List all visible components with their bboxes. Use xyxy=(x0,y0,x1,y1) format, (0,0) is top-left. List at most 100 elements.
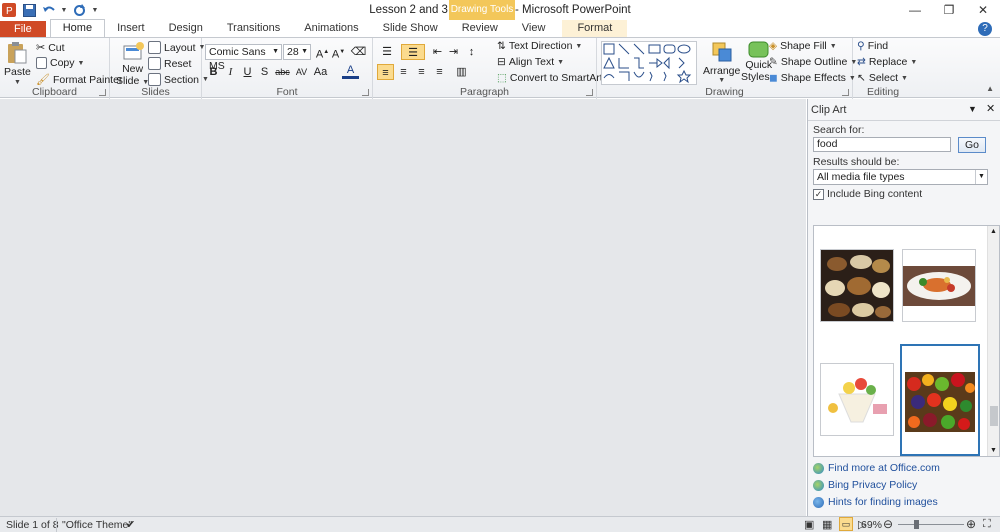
shape-fill-button[interactable]: ◈ Shape Fill ▼ xyxy=(769,40,837,52)
close-icon[interactable]: ✕ xyxy=(966,0,1000,20)
clip-result-fruits-vegetables[interactable] xyxy=(900,344,980,456)
editing-label: Editing xyxy=(866,86,900,98)
paste-button[interactable]: Paste ▼ xyxy=(4,41,31,86)
link-hints-finding-images[interactable]: Hints for finding images xyxy=(813,496,938,508)
clip-result-dessert[interactable] xyxy=(820,363,894,436)
search-input[interactable]: food xyxy=(813,137,951,152)
arrange-button[interactable]: Arrange ▼ xyxy=(703,41,740,84)
go-button[interactable]: Go xyxy=(958,137,986,153)
zoom-in-icon[interactable]: ⊕ xyxy=(966,517,976,531)
character-spacing-icon[interactable]: AV xyxy=(293,64,310,80)
tab-design[interactable]: Design xyxy=(157,20,215,38)
tab-transitions[interactable]: Transitions xyxy=(215,20,292,38)
text-direction-button[interactable]: ⇅ Text Direction ▼ xyxy=(497,40,582,52)
pane-close-icon[interactable]: ✕ xyxy=(986,102,995,115)
shapes-gallery[interactable] xyxy=(601,41,697,85)
new-slide-button[interactable]: New Slide ▼ xyxy=(116,41,149,87)
link-find-more-office[interactable]: Find more at Office.com xyxy=(813,462,940,474)
clipboard-group: Paste ▼ ✂ Cut Copy ▼ 🖌 Format Painter Clipb… xyxy=(0,38,122,99)
underline-icon[interactable]: U xyxy=(239,64,256,80)
align-right-icon[interactable]: ≡ xyxy=(413,64,430,80)
tab-slide-show[interactable]: Slide Show xyxy=(371,20,450,38)
select-icon: ↖ xyxy=(857,72,866,84)
zoom-slider-thumb[interactable] xyxy=(914,520,919,529)
find-button[interactable]: ⚲ Find xyxy=(857,40,888,52)
slide-sorter-icon[interactable]: ▦ xyxy=(822,518,832,531)
font-launcher-icon[interactable] xyxy=(362,89,369,96)
increase-indent-icon[interactable]: ⇥ xyxy=(445,44,462,60)
tab-review[interactable]: Review xyxy=(450,20,510,38)
font-family-select[interactable]: Comic Sans MS ▼ xyxy=(205,44,282,72)
strikethrough-icon[interactable]: abc xyxy=(274,64,291,80)
clip-result-dumplings[interactable] xyxy=(820,249,894,322)
collapse-ribbon-icon[interactable]: ▲ xyxy=(986,84,994,93)
grow-font-icon[interactable]: A▲ xyxy=(314,44,331,61)
spell-check-icon[interactable]: ✔ xyxy=(126,518,135,531)
change-case-icon[interactable]: Aa xyxy=(312,64,329,80)
replace-button[interactable]: ⇄ Replace ▼ xyxy=(857,56,917,68)
section-button[interactable]: Section ▼ xyxy=(148,73,209,86)
scrollbar-thumb[interactable] xyxy=(990,406,998,426)
reading-view-icon[interactable]: ▭ xyxy=(839,517,853,531)
shrink-font-icon[interactable]: A▼ xyxy=(330,44,347,61)
select-button[interactable]: ↖ Select ▼ xyxy=(857,72,908,84)
paragraph-launcher-icon[interactable] xyxy=(586,89,593,96)
copy-dropdown-icon: ▼ xyxy=(77,59,85,67)
drawing-tools-header: Drawing Tools xyxy=(449,0,515,20)
drawing-launcher-icon[interactable] xyxy=(842,89,849,96)
convert-smartart-button[interactable]: ⬚Convert to SmartArt▼ xyxy=(497,72,613,84)
clear-formatting-icon[interactable]: ⌫ xyxy=(350,44,367,60)
scroll-down-icon[interactable]: ▼ xyxy=(990,447,997,454)
shadow-icon[interactable]: S xyxy=(256,64,273,80)
tab-format[interactable]: Format xyxy=(562,20,628,38)
minimize-icon[interactable]: — xyxy=(898,0,932,20)
layout-button[interactable]: Layout ▼ xyxy=(148,41,205,54)
columns-icon[interactable]: ▥ xyxy=(453,64,470,80)
tab-file[interactable]: File xyxy=(0,21,46,38)
theme-name[interactable]: "Office Theme" xyxy=(62,519,132,531)
font-color-icon[interactable]: A xyxy=(342,64,359,79)
font-size-select[interactable]: 28 ▼ xyxy=(283,44,311,60)
tab-home[interactable]: Home xyxy=(49,19,106,38)
align-text-button[interactable]: ⊟ Align Text ▼ xyxy=(497,56,564,68)
line-spacing-icon[interactable]: ↕ xyxy=(463,44,480,60)
slide-editing-area[interactable] xyxy=(0,99,806,516)
shape-effects-button[interactable]: ◼ Shape Effects ▼ xyxy=(769,72,856,84)
shapes-icon xyxy=(603,43,692,84)
tab-view[interactable]: View xyxy=(510,20,558,38)
results-scrollbar[interactable]: ▲ ▼ xyxy=(987,226,999,456)
normal-view-icon[interactable]: ▣ xyxy=(804,518,814,531)
scroll-up-icon[interactable]: ▲ xyxy=(990,228,997,235)
tab-animations[interactable]: Animations xyxy=(292,20,370,38)
tab-insert[interactable]: Insert xyxy=(105,20,157,38)
restore-icon[interactable]: ❐ xyxy=(932,0,966,20)
include-bing-checkbox[interactable]: ✓ Include Bing content xyxy=(813,188,922,200)
numbering-icon[interactable]: ☰ xyxy=(401,44,425,60)
cut-button[interactable]: ✂ Cut xyxy=(36,41,65,55)
clip-result-plate[interactable] xyxy=(902,249,976,322)
copy-button[interactable]: Copy ▼ xyxy=(36,57,84,69)
zoom-slider[interactable] xyxy=(898,524,964,525)
bullets-icon[interactable]: ☰ xyxy=(377,44,397,60)
help-icon[interactable]: ? xyxy=(978,22,992,36)
paste-label: Paste xyxy=(4,66,31,78)
decrease-indent-icon[interactable]: ⇤ xyxy=(429,44,446,60)
justify-icon[interactable]: ≡ xyxy=(431,64,448,80)
reset-button[interactable]: Reset xyxy=(148,57,191,70)
zoom-out-icon[interactable]: ⊖ xyxy=(883,517,893,531)
section-icon xyxy=(148,73,161,86)
link-bing-privacy[interactable]: Bing Privacy Policy xyxy=(813,479,917,491)
italic-icon[interactable]: I xyxy=(222,64,239,80)
cut-label: Cut xyxy=(48,41,65,54)
clipboard-launcher-icon[interactable] xyxy=(99,89,106,96)
zoom-level[interactable]: 69% xyxy=(861,519,882,531)
shape-outline-button[interactable]: ✎ Shape Outline ▼ xyxy=(769,56,857,68)
align-left-icon[interactable]: ≡ xyxy=(377,64,394,80)
fit-to-window-icon[interactable]: ⛶ xyxy=(983,518,991,531)
align-center-icon[interactable]: ≡ xyxy=(395,64,412,80)
media-type-select[interactable]: All media file types ▼ xyxy=(813,169,988,185)
pane-options-icon[interactable]: ▼ xyxy=(968,104,977,114)
section-label: Section xyxy=(164,73,200,86)
bold-icon[interactable]: B xyxy=(205,64,222,80)
plated-meal-image xyxy=(903,250,975,321)
